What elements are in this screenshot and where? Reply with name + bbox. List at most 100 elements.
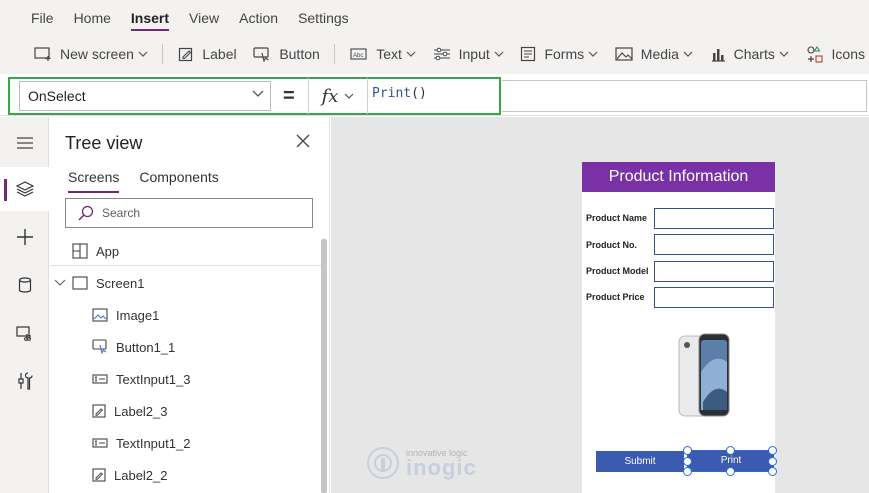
tree-item-app[interactable]: App: [50, 235, 320, 267]
resize-handle[interactable]: [683, 446, 692, 455]
database-icon: [18, 277, 31, 293]
watermark-brand: inogic: [406, 455, 477, 480]
text-icon: Abc: [350, 48, 367, 60]
label-icon: [179, 47, 193, 62]
media-icon: [615, 47, 633, 61]
tree-item-label: App: [96, 243, 120, 259]
forms-icon: [521, 46, 536, 62]
chevron-down-icon: [406, 51, 416, 57]
screen-icon: [72, 276, 88, 290]
tree-item-label: Screen1: [96, 275, 145, 291]
resize-handle[interactable]: [726, 446, 735, 455]
chevron-down-icon: [138, 51, 148, 57]
design-canvas: Product Information Product Name Product…: [331, 117, 869, 493]
button-icon: [92, 339, 107, 355]
tree-search-box[interactable]: [65, 198, 313, 228]
resize-handle[interactable]: [726, 467, 735, 476]
resize-handle[interactable]: [683, 457, 692, 466]
tree-item-image1[interactable]: Image1: [50, 299, 320, 331]
formula-parens: (): [411, 86, 427, 101]
menu-settings[interactable]: Settings: [298, 0, 349, 34]
insert-button-button[interactable]: Button: [249, 39, 323, 69]
menu-file[interactable]: File: [31, 0, 54, 34]
tree-divider: [50, 265, 322, 266]
menu-home[interactable]: Home: [74, 0, 111, 34]
insert-media-button[interactable]: Media: [611, 39, 697, 69]
formula-input-area[interactable]: [502, 80, 867, 112]
resize-handle[interactable]: [683, 467, 692, 476]
chevron-down-icon: [252, 90, 264, 97]
formula-input[interactable]: Print(): [372, 86, 427, 101]
close-icon[interactable]: [296, 134, 310, 148]
menu-insert[interactable]: Insert: [130, 0, 170, 34]
plus-icon: [16, 229, 33, 245]
insert-label-button[interactable]: Label: [174, 39, 240, 69]
tab-screens[interactable]: Screens: [68, 169, 120, 193]
resize-handle[interactable]: [768, 467, 777, 476]
tree-tabs: Screens Components: [68, 169, 239, 193]
media-button[interactable]: [0, 311, 49, 355]
label-icon: [92, 468, 106, 482]
insert-input-button[interactable]: Input: [429, 39, 508, 69]
hamburger-menu-button[interactable]: [0, 121, 49, 165]
label-icon: [92, 404, 106, 418]
button-icon: [253, 47, 270, 62]
insert-button[interactable]: [0, 215, 49, 259]
tree-item-label: Image1: [116, 307, 160, 323]
tree-item-textinput1-3[interactable]: TextInput1_3: [50, 363, 320, 395]
field-label-product-model: Product Model: [586, 266, 649, 276]
app-header: Product Information: [582, 162, 775, 192]
media-library-icon: [15, 326, 31, 341]
resize-handle[interactable]: [768, 457, 777, 466]
tree-item-label2-3[interactable]: Label2_3: [50, 395, 320, 427]
tree-item-label: TextInput1_3: [116, 371, 191, 387]
inogic-logo-icon: [367, 447, 399, 479]
data-button[interactable]: [0, 263, 49, 307]
tree-item-textinput1-2[interactable]: TextInput1_2: [50, 427, 320, 459]
resize-handle[interactable]: [768, 446, 777, 455]
menu-view[interactable]: View: [189, 0, 219, 34]
svg-text:Abc: Abc: [353, 53, 363, 59]
property-dropdown[interactable]: OnSelect: [19, 81, 271, 111]
chevron-down-icon[interactable]: [54, 279, 66, 287]
chevron-down-icon: [344, 93, 354, 99]
advanced-tools-button[interactable]: [0, 359, 49, 403]
function-button[interactable]: fx: [308, 78, 368, 114]
search-input[interactable]: [102, 206, 302, 220]
tree-view-button[interactable]: [0, 167, 49, 211]
tree-item-button1-1[interactable]: Button1_1: [50, 331, 320, 363]
product-name-input[interactable]: [654, 208, 774, 229]
input-label: Input: [458, 46, 490, 62]
insert-text-button[interactable]: Abc Text: [346, 39, 420, 69]
menu-action[interactable]: Action: [239, 0, 278, 34]
phone-image[interactable]: [677, 332, 731, 420]
new-screen-label: New screen: [60, 46, 134, 62]
new-screen-button[interactable]: New screen: [30, 39, 152, 69]
icons-icon: [806, 45, 823, 63]
chevron-down-icon: [588, 51, 598, 57]
tab-components[interactable]: Components: [139, 169, 218, 191]
text-label: Text: [376, 46, 402, 62]
chevron-down-icon: [683, 51, 693, 57]
submit-button[interactable]: Submit: [596, 451, 684, 472]
tree-item-screen1[interactable]: Screen1: [50, 267, 320, 299]
layers-icon: [15, 181, 34, 197]
watermark: innovative logic inogic: [366, 446, 477, 480]
insert-forms-button[interactable]: Forms: [516, 39, 602, 69]
image-icon: [92, 308, 108, 322]
equals-sign: =: [283, 85, 295, 107]
tree-scrollbar[interactable]: [321, 239, 327, 493]
insert-icons-button[interactable]: Icons: [802, 39, 869, 69]
product-model-input[interactable]: [654, 261, 774, 282]
product-no-input[interactable]: [654, 234, 774, 255]
product-price-input[interactable]: [654, 287, 774, 308]
chevron-down-icon: [779, 51, 789, 57]
tree-item-label: Label2_2: [114, 467, 168, 483]
input-sliders-icon: [433, 47, 450, 61]
hamburger-icon: [16, 137, 33, 149]
formula-function: Print: [372, 86, 412, 101]
insert-charts-button[interactable]: Charts: [706, 39, 793, 69]
field-label-product-name: Product Name: [586, 213, 648, 223]
field-label-product-price: Product Price: [586, 292, 645, 302]
tree-item-label2-2[interactable]: Label2_2: [50, 459, 320, 491]
